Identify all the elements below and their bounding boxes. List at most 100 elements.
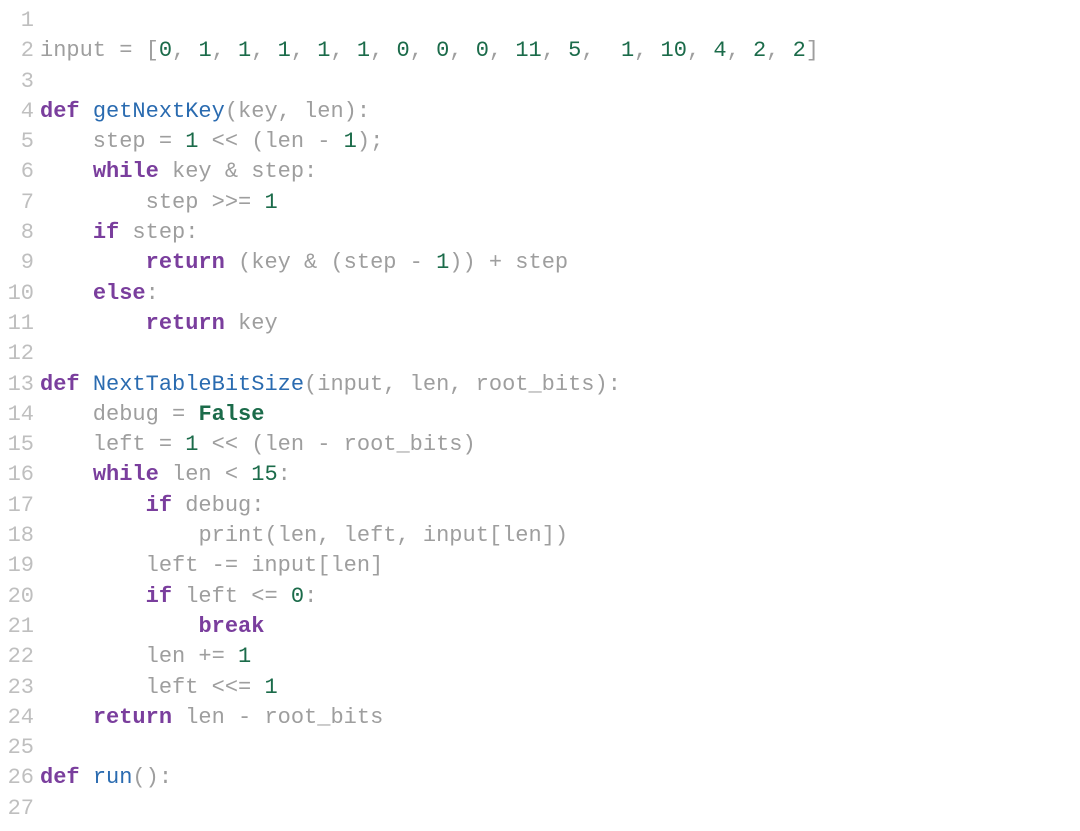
code-token: step >>= — [40, 190, 264, 215]
gutter-line-number: 15 — [0, 430, 40, 460]
code-line: 4def getNextKey(key, len): — [0, 97, 1080, 127]
code-token — [40, 584, 146, 609]
code-token: , — [251, 38, 277, 63]
code-token: NextTableBitSize — [93, 372, 304, 397]
gutter-line-number: 26 — [0, 763, 40, 793]
code-token: , — [330, 38, 356, 63]
gutter-line-number: 10 — [0, 279, 40, 309]
code-token: if — [146, 584, 186, 609]
code-line: 17 if debug: — [0, 491, 1080, 521]
code-token: : — [304, 584, 317, 609]
code-line: 7 step >>= 1 — [0, 188, 1080, 218]
code-content: left -= input[len] — [40, 551, 1080, 581]
gutter-line-number: 19 — [0, 551, 40, 581]
code-token: key — [238, 311, 278, 336]
code-token — [40, 250, 146, 275]
code-token: len < — [172, 462, 251, 487]
code-token: , — [766, 38, 792, 63]
code-token: 1 — [357, 38, 370, 63]
code-line: 18 print(len, left, input[len]) — [0, 521, 1080, 551]
code-line: 16 while len < 15: — [0, 460, 1080, 490]
code-token: 1 — [436, 250, 449, 275]
code-token: 10 — [661, 38, 687, 63]
gutter-line-number: 5 — [0, 127, 40, 157]
code-content: len += 1 — [40, 642, 1080, 672]
code-content: else: — [40, 279, 1080, 309]
code-token: False — [198, 402, 264, 427]
code-content: if debug: — [40, 491, 1080, 521]
code-content: def NextTableBitSize(input, len, root_bi… — [40, 370, 1080, 400]
gutter-line-number: 4 — [0, 97, 40, 127]
gutter-line-number: 7 — [0, 188, 40, 218]
code-token — [40, 281, 93, 306]
gutter-line-number: 20 — [0, 582, 40, 612]
gutter-line-number: 3 — [0, 67, 40, 97]
code-line: 23 left <<= 1 — [0, 673, 1080, 703]
code-token — [40, 523, 198, 548]
code-token: , — [449, 38, 475, 63]
code-token: while — [93, 159, 172, 184]
code-content: return key — [40, 309, 1080, 339]
code-token: 1 — [621, 38, 634, 63]
code-line: 6 while key & step: — [0, 157, 1080, 187]
code-token: debug: — [185, 493, 264, 518]
code-content: while len < 15: — [40, 460, 1080, 490]
code-token: 0 — [159, 38, 172, 63]
code-token: , — [687, 38, 713, 63]
code-token — [40, 311, 146, 336]
code-token: 1 — [238, 644, 251, 669]
code-content: if left <= 0: — [40, 582, 1080, 612]
code-token: 1 — [198, 38, 211, 63]
code-token: len += — [40, 644, 238, 669]
code-content — [40, 6, 1080, 36]
code-token: 1 — [278, 38, 291, 63]
gutter-line-number: 12 — [0, 339, 40, 369]
code-line: 10 else: — [0, 279, 1080, 309]
gutter-line-number: 21 — [0, 612, 40, 642]
gutter-line-number: 27 — [0, 794, 40, 824]
code-content — [40, 733, 1080, 763]
code-token: ); — [357, 129, 383, 154]
code-line: 22 len += 1 — [0, 642, 1080, 672]
code-token: << (len - — [198, 129, 343, 154]
code-content: return (key & (step - 1)) + step — [40, 248, 1080, 278]
code-line: 1 — [0, 6, 1080, 36]
code-token — [40, 493, 146, 518]
code-content: step >>= 1 — [40, 188, 1080, 218]
code-token: , — [727, 38, 753, 63]
code-line: 14 debug = False — [0, 400, 1080, 430]
code-line: 3 — [0, 67, 1080, 97]
code-token: debug = — [40, 402, 198, 427]
code-token: run — [93, 765, 133, 790]
code-token: left = — [40, 432, 185, 457]
code-token — [40, 159, 93, 184]
code-content: def run(): — [40, 763, 1080, 793]
code-token: 1 — [264, 675, 277, 700]
code-token: (key, len): — [225, 99, 370, 124]
code-line: 26def run(): — [0, 763, 1080, 793]
gutter-line-number: 14 — [0, 400, 40, 430]
code-token: 5 — [568, 38, 581, 63]
code-token — [40, 220, 93, 245]
code-content: left = 1 << (len - root_bits) — [40, 430, 1080, 460]
gutter-line-number: 23 — [0, 673, 40, 703]
code-token: left -= input[len] — [40, 553, 383, 578]
code-token: 1 — [317, 38, 330, 63]
code-token: return — [146, 250, 238, 275]
code-token: 1 — [344, 129, 357, 154]
code-token: , — [172, 38, 198, 63]
code-token: )) + step — [449, 250, 568, 275]
gutter-line-number: 17 — [0, 491, 40, 521]
code-line: 12 — [0, 339, 1080, 369]
code-token: , — [370, 38, 396, 63]
code-token: 2 — [753, 38, 766, 63]
gutter-line-number: 8 — [0, 218, 40, 248]
code-token: 1 — [185, 432, 198, 457]
code-token: 0 — [396, 38, 409, 63]
code-line: 21 break — [0, 612, 1080, 642]
code-token: 1 — [185, 129, 198, 154]
code-token: 4 — [713, 38, 726, 63]
gutter-line-number: 18 — [0, 521, 40, 551]
code-line: 27 — [0, 794, 1080, 824]
code-token: 15 — [251, 462, 277, 487]
